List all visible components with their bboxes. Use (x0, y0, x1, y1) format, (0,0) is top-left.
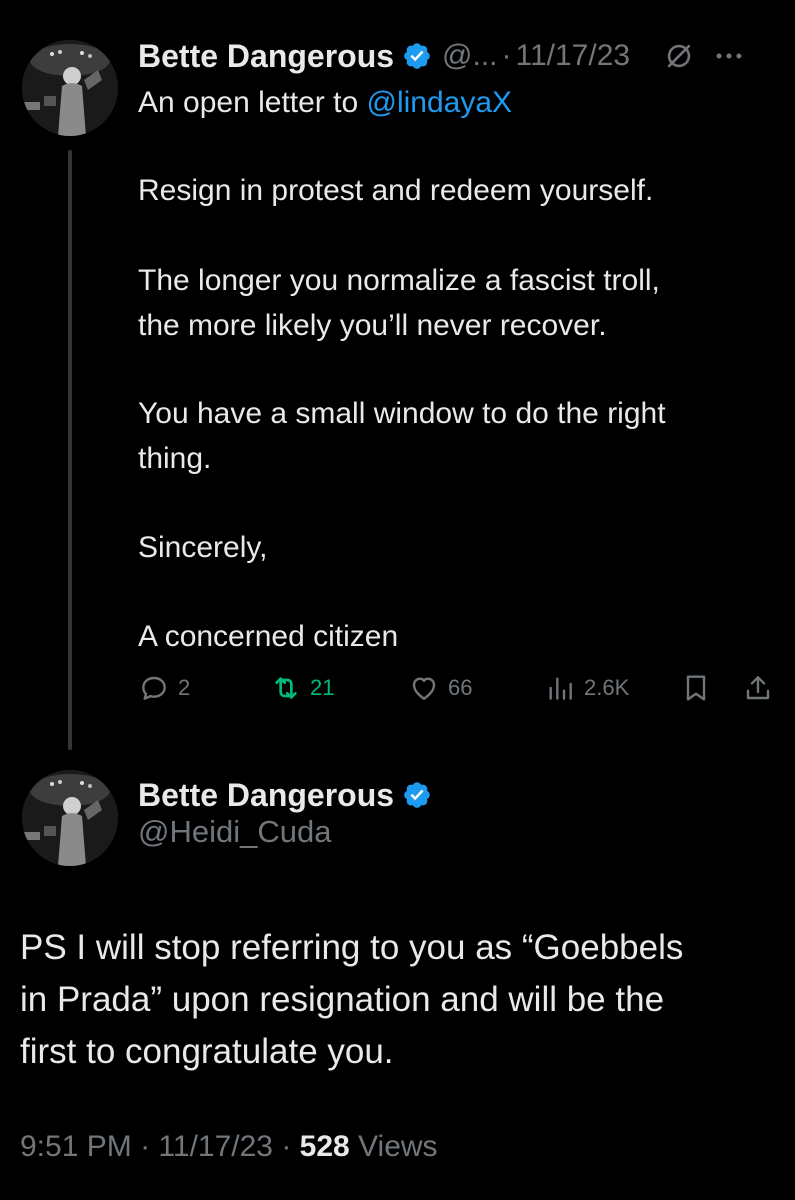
views-count: 2.6K (584, 675, 630, 700)
handle[interactable]: @... (442, 39, 497, 73)
tweet-paragraph: the more likely you’ll never recover. (138, 309, 607, 342)
tweet-text-prefix: An open letter to (138, 86, 367, 119)
tweet-paragraph: The longer you normalize a fascist troll… (138, 264, 660, 297)
tweet-action-bar: 2 21 66 2.6K (138, 672, 778, 712)
views-count[interactable]: 528 (300, 1130, 350, 1163)
mute-icon[interactable] (662, 39, 696, 73)
repost-button[interactable]: 21 (270, 672, 334, 704)
display-name[interactable]: Bette Dangerous (138, 38, 394, 75)
repost-icon (275, 677, 297, 699)
tweet-meta: 9:51 PM · 11/17/23 · 528 Views (20, 1130, 438, 1164)
views-button[interactable]: 2.6K (544, 672, 629, 704)
tweet-paragraph: You have a small window to do the right (138, 397, 666, 430)
tweet-text-line: An open letter to @lindayaX (138, 82, 512, 124)
like-button[interactable]: 66 (408, 672, 472, 704)
main-tweet-text-line: in Prada” upon resignation and will be t… (20, 980, 665, 1019)
tweet-paragraph: Resign in protest and redeem yourself. (138, 174, 654, 207)
tweet-header: Bette Dangerous @... · 11/17/23 (138, 34, 746, 78)
handle[interactable]: @Heidi_Cuda (138, 814, 331, 850)
bookmark-button[interactable] (680, 672, 712, 704)
views-icon (549, 677, 572, 700)
share-button[interactable] (742, 672, 774, 704)
avatar-photo (22, 770, 118, 866)
tweet-thread-page: Bette Dangerous @... · 11/17/23 An open … (0, 0, 795, 1200)
reply-icon (142, 676, 166, 700)
like-count: 66 (448, 675, 473, 700)
tweet-time[interactable]: 9:51 PM (20, 1130, 132, 1163)
tweet-paragraph: thing. (138, 442, 212, 475)
tweet-paragraph: A concerned citizen (138, 620, 399, 653)
heart-icon (412, 677, 436, 700)
mention-link[interactable]: @lindayaX (367, 86, 513, 119)
views-label: Views (358, 1130, 438, 1163)
bookmark-icon (686, 675, 706, 701)
tweet-date[interactable]: 11/17/23 (158, 1130, 273, 1163)
tweet-date[interactable]: 11/17/23 (516, 39, 631, 73)
avatar-photo (22, 40, 118, 136)
verified-badge-icon[interactable] (402, 41, 432, 71)
reply-button[interactable]: 2 (138, 672, 190, 704)
thread-connector-line (68, 150, 72, 750)
verified-badge-icon[interactable] (402, 780, 432, 810)
reply-count: 2 (178, 675, 191, 700)
main-tweet-text-line: PS I will stop referring to you as “Goeb… (20, 928, 684, 967)
separator-dot: · (281, 1130, 292, 1163)
avatar[interactable] (22, 40, 118, 136)
avatar[interactable] (22, 770, 118, 866)
separator-dot: · (501, 39, 512, 72)
separator-dot: · (140, 1130, 151, 1163)
more-icon[interactable] (712, 39, 746, 73)
display-name[interactable]: Bette Dangerous (138, 777, 394, 814)
tweet-paragraph: Sincerely, (138, 531, 268, 564)
main-tweet-text-line: first to congratulate you. (20, 1032, 394, 1071)
reply-tweet-header: Bette Dangerous (138, 774, 432, 816)
share-icon (746, 676, 770, 700)
repost-count: 21 (310, 675, 335, 700)
